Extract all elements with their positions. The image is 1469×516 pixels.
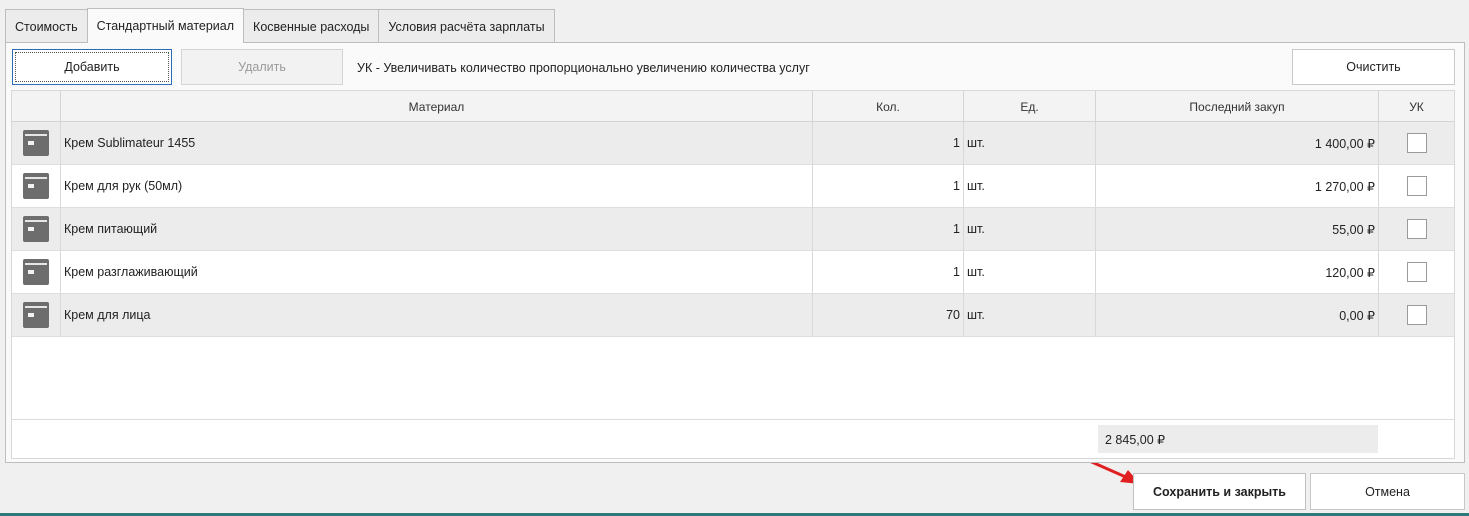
column-header-material[interactable]: Материал	[61, 91, 813, 122]
tab-strip: Стоимость Стандартный материал Косвенные…	[5, 8, 555, 43]
uk-checkbox[interactable]	[1406, 219, 1427, 239]
unit-cell[interactable]: шт.	[964, 294, 1096, 336]
material-box-icon	[23, 259, 49, 285]
last-purchase-cell: 1 270,00 ₽	[1096, 165, 1379, 207]
uk-checkbox[interactable]	[1406, 133, 1427, 153]
materials-table: Материал Кол. Ед. Последний закуп УК Кре…	[11, 90, 1455, 459]
column-header-uk[interactable]: УК	[1379, 91, 1454, 122]
material-box-icon	[23, 216, 49, 242]
tab-salary-conditions[interactable]: Условия расчёта зарплаты	[378, 9, 555, 43]
uk-cell	[1379, 251, 1454, 293]
focus-rect	[15, 52, 169, 82]
column-header-qty[interactable]: Кол.	[813, 91, 964, 122]
delete-button-label: Удалить	[238, 60, 286, 74]
material-cell[interactable]: Крем разглаживающий	[61, 251, 813, 293]
cancel-button[interactable]: Отмена	[1310, 473, 1465, 510]
qty-cell[interactable]: 1	[813, 208, 964, 250]
row-icon-cell	[12, 251, 61, 293]
qty-cell[interactable]: 1	[813, 165, 964, 207]
uk-cell	[1379, 122, 1454, 164]
last-purchase-cell: 55,00 ₽	[1096, 208, 1379, 250]
material-box-icon	[23, 173, 49, 199]
last-purchase-cell: 1 400,00 ₽	[1096, 122, 1379, 164]
qty-cell[interactable]: 1	[813, 122, 964, 164]
standard-material-panel: Добавить Удалить УК - Увеличивать количе…	[5, 42, 1465, 463]
unit-cell[interactable]: шт.	[964, 122, 1096, 164]
clear-button-label: Очистить	[1346, 60, 1401, 74]
table-row[interactable]: Крем разглаживающий 1 шт. 120,00 ₽	[12, 251, 1454, 294]
row-icon-cell	[12, 208, 61, 250]
column-header-unit[interactable]: Ед.	[964, 91, 1096, 122]
add-button[interactable]: Добавить	[12, 49, 172, 85]
row-icon-cell	[12, 294, 61, 336]
tab-standard-material[interactable]: Стандартный материал	[86, 8, 245, 43]
uk-cell	[1379, 294, 1454, 336]
uk-cell	[1379, 208, 1454, 250]
last-purchase-cell: 120,00 ₽	[1096, 251, 1379, 293]
material-cell[interactable]: Крем питающий	[61, 208, 813, 250]
material-cell[interactable]: Крем для рук (50мл)	[61, 165, 813, 207]
row-icon-cell	[12, 122, 61, 164]
save-and-close-label: Сохранить и закрыть	[1153, 484, 1286, 499]
unit-cell[interactable]: шт.	[964, 208, 1096, 250]
last-purchase-cell: 0,00 ₽	[1096, 294, 1379, 336]
delete-button[interactable]: Удалить	[181, 49, 343, 85]
table-row[interactable]: Крем для рук (50мл) 1 шт. 1 270,00 ₽	[12, 165, 1454, 208]
uk-cell	[1379, 165, 1454, 207]
column-header-last-purchase[interactable]: Последний закуп	[1096, 91, 1379, 122]
qty-cell[interactable]: 70	[813, 294, 964, 336]
qty-cell[interactable]: 1	[813, 251, 964, 293]
total-last-purchase: 2 845,00 ₽	[1098, 425, 1378, 453]
material-cell[interactable]: Крем Sublimateur 1455	[61, 122, 813, 164]
material-cell[interactable]: Крем для лица	[61, 294, 813, 336]
clear-button[interactable]: Очистить	[1292, 49, 1455, 85]
row-icon-cell	[12, 165, 61, 207]
cancel-label: Отмена	[1365, 484, 1410, 499]
table-row[interactable]: Крем питающий 1 шт. 55,00 ₽	[12, 208, 1454, 251]
table-row[interactable]: Крем для лица 70 шт. 0,00 ₽	[12, 294, 1454, 337]
tab-cost[interactable]: Стоимость	[5, 9, 88, 43]
unit-cell[interactable]: шт.	[964, 251, 1096, 293]
table-header: Материал Кол. Ед. Последний закуп УК	[12, 91, 1454, 122]
unit-cell[interactable]: шт.	[964, 165, 1096, 207]
material-box-icon	[23, 302, 49, 328]
table-footer-row: 2 845,00 ₽	[12, 419, 1454, 458]
uk-hint-text: УК - Увеличивать количество пропорционал…	[357, 61, 810, 75]
material-box-icon	[23, 130, 49, 156]
uk-checkbox[interactable]	[1406, 305, 1427, 325]
uk-checkbox[interactable]	[1406, 262, 1427, 282]
column-header-icon[interactable]	[12, 91, 61, 122]
uk-checkbox[interactable]	[1406, 176, 1427, 196]
tab-indirect-costs[interactable]: Косвенные расходы	[243, 9, 380, 43]
table-row[interactable]: Крем Sublimateur 1455 1 шт. 1 400,00 ₽	[12, 122, 1454, 165]
save-and-close-button[interactable]: Сохранить и закрыть	[1133, 473, 1306, 510]
